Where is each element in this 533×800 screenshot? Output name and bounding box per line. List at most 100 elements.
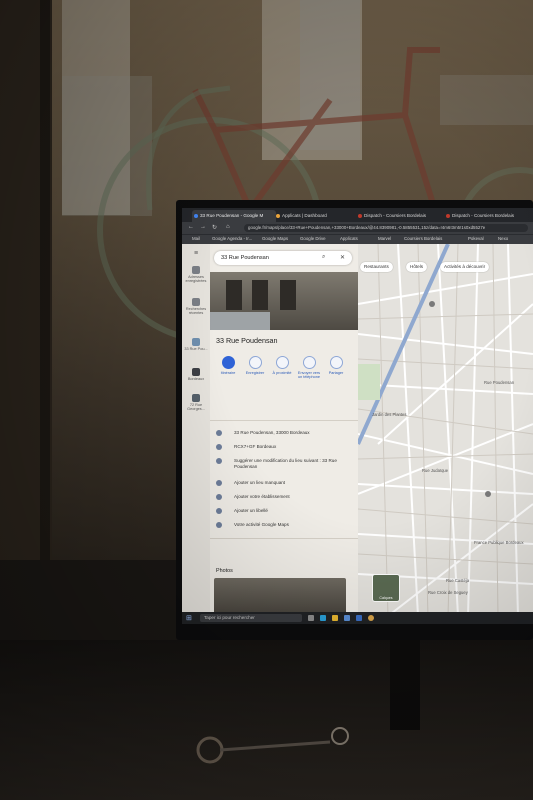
search-box[interactable]: 33 Rue Poudensan ⌕ ✕ xyxy=(214,251,352,265)
bookmark-nexo[interactable]: Nexo xyxy=(498,236,508,241)
edge-icon[interactable] xyxy=(320,615,326,621)
tab-dispatch-2[interactable]: Dispatch - Coursiers Bordelais xyxy=(444,210,533,222)
send-to-phone-button[interactable]: Envoyer vers un téléphone xyxy=(297,356,321,379)
photos-heading: Photos xyxy=(216,568,233,574)
action-label: Envoyer vers un téléphone xyxy=(297,371,321,379)
place-photo[interactable] xyxy=(210,272,358,330)
place-panel: 33 Rue Poudensan ⌕ ✕ 33 Rue Poudensan It… xyxy=(210,244,359,622)
rail-label: 33 Rue Pou... xyxy=(184,347,208,351)
rail-label: Recherches récentes xyxy=(185,307,207,315)
place-icon xyxy=(192,368,200,376)
reload-icon[interactable]: ↻ xyxy=(212,224,217,231)
bookmark-pokeval[interactable]: Pokeval xyxy=(468,236,484,241)
monitor-screen: 33 Rue Poudensan - Google M Applicats | … xyxy=(182,208,533,624)
save-icon xyxy=(248,356,262,369)
action-label: Enregistrer xyxy=(245,371,265,375)
map-layers-button[interactable]: Calques xyxy=(372,574,400,602)
place-actions: Itinéraire Enregistrer À proximité Envoy… xyxy=(212,356,356,390)
action-label: Itinéraire xyxy=(220,371,236,375)
map-label-street: Rue Castéja xyxy=(446,578,470,583)
rail-saved[interactable]: Adresses enregistrées xyxy=(184,266,208,283)
monitor: 33 Rue Poudensan - Google M Applicats | … xyxy=(176,200,533,640)
bookmark-agenda[interactable]: Google Agenda - Ir... xyxy=(212,236,252,241)
map-label-street: Rue Poudensan xyxy=(484,380,515,385)
place-title: 33 Rue Poudensan xyxy=(216,336,278,345)
windows-start-icon[interactable]: ⊞ xyxy=(186,614,192,622)
back-icon[interactable]: ← xyxy=(188,224,194,230)
divider xyxy=(210,420,358,421)
layers-label: Calques xyxy=(379,596,393,600)
map-label-street: Rue Croix de Seguey xyxy=(428,590,468,595)
rail-label: Adresses enregistrées xyxy=(185,275,207,283)
map-canvas[interactable]: Jardin des Plantes Rue Poudensan France … xyxy=(358,244,533,616)
map-label-park: Jardin des Plantes xyxy=(372,412,407,417)
chip-hotels[interactable]: Hôtels xyxy=(406,262,428,272)
applicats-favicon-icon xyxy=(276,214,280,218)
bookmark-drive[interactable]: Google Drive xyxy=(300,236,326,241)
chrome-icon[interactable] xyxy=(368,615,374,621)
store-icon[interactable] xyxy=(344,615,350,621)
url-input[interactable]: google.fr/maps/place/33+Rue+Poudensan,+3… xyxy=(244,224,528,232)
monitor-stand xyxy=(390,640,420,730)
windows-taskbar: ⊞ Taper ici pour rechercher xyxy=(182,612,533,624)
menu-icon[interactable]: ≡ xyxy=(184,250,208,257)
search-input[interactable]: 33 Rue Poudensan xyxy=(221,255,269,261)
directions-icon xyxy=(221,356,235,369)
place-icon xyxy=(192,394,200,402)
rail-recent[interactable]: Recherches récentes xyxy=(184,298,208,315)
map-label-street: Rue Judaïque xyxy=(422,468,449,473)
photo-door xyxy=(252,280,268,310)
address-bar: ← → ↻ ⌂ google.fr/maps/place/33+Rue+Poud… xyxy=(182,222,533,234)
label-icon xyxy=(216,508,222,514)
action-label: Partager xyxy=(328,371,344,375)
maps-favicon-icon xyxy=(194,214,198,218)
rail-recent-place-3[interactable]: 72 Rue Georges... xyxy=(184,394,208,411)
forward-icon[interactable]: → xyxy=(200,224,206,230)
chip-restaurants[interactable]: Restaurants xyxy=(360,262,393,272)
plus-code-icon xyxy=(216,444,222,450)
tab-dispatch-1[interactable]: Dispatch - Coursiers Bordelais xyxy=(356,210,444,222)
maps-side-rail: ≡ Adresses enregistrées Recherches récen… xyxy=(182,244,211,616)
phone-icon xyxy=(302,356,316,369)
save-button[interactable]: Enregistrer xyxy=(243,356,267,375)
pin-icon xyxy=(216,430,222,436)
close-icon[interactable]: ✕ xyxy=(340,254,345,261)
add-place-icon xyxy=(216,480,222,486)
bookmark-applicats[interactable]: Applicats xyxy=(340,236,358,241)
rail-label: 72 Rue Georges... xyxy=(187,403,205,411)
bookmark-coursiers[interactable]: Coursiers Bordelais xyxy=(404,236,442,241)
chip-activities[interactable]: Activités à découvrir xyxy=(440,262,490,272)
mail-icon[interactable] xyxy=(356,615,362,621)
bookmark-mail[interactable]: Mail xyxy=(192,236,200,241)
activity-icon xyxy=(216,522,222,528)
home-icon[interactable]: ⌂ xyxy=(226,224,230,230)
divider xyxy=(210,538,358,539)
tab-label: Dispatch - Coursiers Bordelais xyxy=(452,213,515,218)
tab-applicats[interactable]: Applicats | Dashboard xyxy=(274,210,358,222)
nearby-button[interactable]: À proximité xyxy=(270,356,294,375)
tab-label: Applicats | Dashboard xyxy=(282,213,327,218)
taskbar-search-input[interactable]: Taper ici pour rechercher xyxy=(200,614,302,622)
dispatch-favicon-icon xyxy=(358,214,362,218)
explorer-icon[interactable] xyxy=(332,615,338,621)
tab-label: 33 Rue Poudensan - Google M xyxy=(200,213,264,218)
bookmark-icon xyxy=(192,266,200,274)
rail-recent-place-1[interactable]: 33 Rue Pou... xyxy=(184,338,208,351)
edit-icon xyxy=(216,458,222,464)
share-button[interactable]: Partager xyxy=(324,356,348,375)
map-roads xyxy=(358,244,533,616)
bookmark-maps[interactable]: Google Maps xyxy=(262,236,288,241)
tab-google-maps[interactable]: 33 Rue Poudensan - Google M xyxy=(192,210,276,222)
search-icon[interactable]: ⌕ xyxy=(322,254,325,261)
rail-label: Bordeaux xyxy=(187,377,205,381)
photo-door xyxy=(280,280,296,310)
rail-recent-place-2[interactable]: Bordeaux xyxy=(184,368,208,381)
task-view-icon[interactable] xyxy=(308,615,314,621)
browser-tab-bar: 33 Rue Poudensan - Google M Applicats | … xyxy=(182,208,533,222)
bookmark-marvel[interactable]: Marvel xyxy=(378,236,391,241)
directions-button[interactable]: Itinéraire xyxy=(216,356,240,375)
history-icon xyxy=(192,298,200,306)
photo-scene: 33 Rue Poudensan - Google M Applicats | … xyxy=(0,0,533,800)
tab-label: Dispatch - Coursiers Bordelais xyxy=(364,213,427,218)
nearby-icon xyxy=(275,356,289,369)
